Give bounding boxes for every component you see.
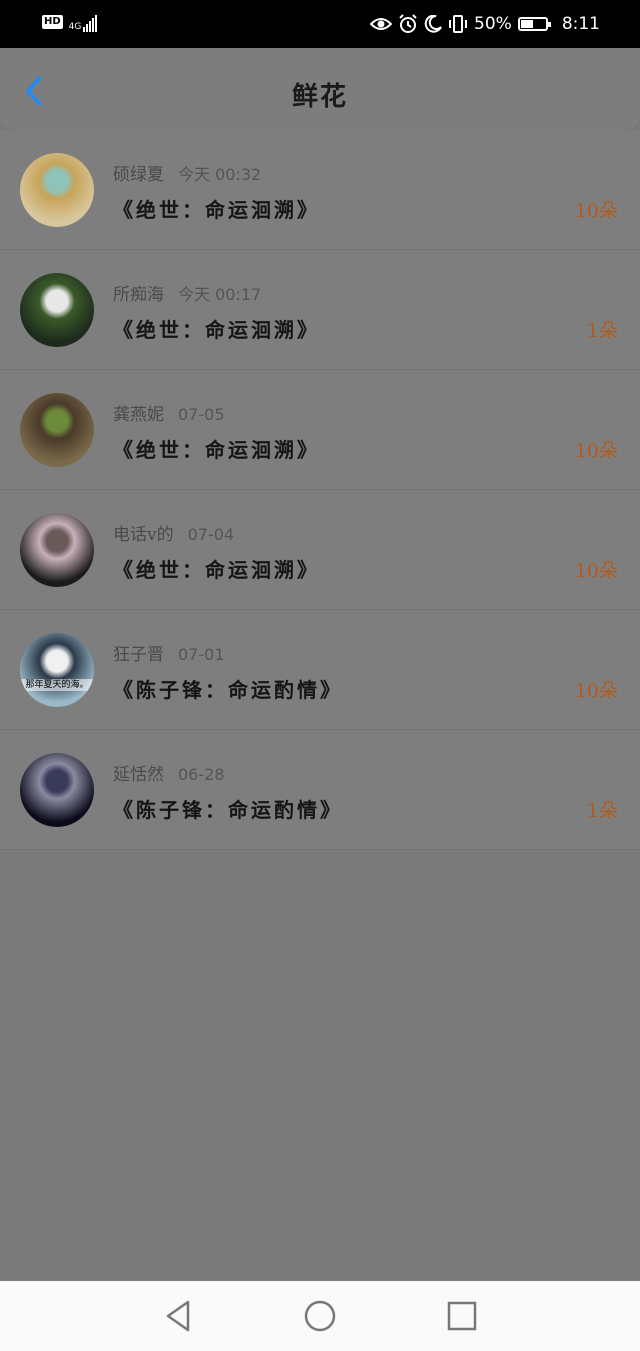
sender-meta: 狂子晋 07-01 [113, 640, 225, 665]
status-bar: HD 4G 50% 8:11 [0, 0, 640, 48]
circle-home-icon[interactable] [302, 1298, 338, 1334]
book-title: 《绝世：命运洄溯》 [113, 198, 320, 222]
status-left: HD 4G [42, 12, 98, 32]
timestamp: 07-01 [178, 645, 225, 664]
alarm-icon [399, 14, 417, 33]
sender-meta: 龚燕妮 07-05 [113, 400, 225, 425]
avatar[interactable]: 那年夏天的海。 [20, 633, 94, 707]
flower-count: 10朵 [574, 680, 618, 702]
clock: 8:11 [561, 14, 600, 34]
list-item[interactable]: 龚燕妮 07-05 《绝世：命运洄溯》 10朵 [0, 370, 640, 490]
book-title: 《绝世：命运洄溯》 [113, 438, 320, 462]
sender-name: 电话v的 [113, 525, 174, 545]
book-title: 《绝世：命运洄溯》 [113, 318, 320, 342]
sender-meta: 硕绿夏 今天 00:32 [113, 160, 261, 185]
sender-name: 狂子晋 [113, 645, 164, 665]
square-recents-icon[interactable] [444, 1298, 480, 1334]
flower-record-list: 硕绿夏 今天 00:32 《绝世：命运洄溯》 10朵 所痴海 今天 00:17 《绝世：命运… [0, 130, 640, 850]
avatar-caption: 那年夏天的海。 [20, 679, 94, 691]
avatar[interactable] [20, 393, 94, 467]
sender-meta: 电话v的 07-04 [113, 520, 234, 545]
list-item[interactable]: 硕绿夏 今天 00:32 《绝世：命运洄溯》 10朵 [0, 130, 640, 250]
list-item[interactable]: 所痴海 今天 00:17 《绝世：命运洄溯》 1朵 [0, 250, 640, 370]
hd-badge: HD [42, 15, 63, 29]
signal-icon: 4G [69, 12, 98, 32]
timestamp: 07-05 [178, 405, 225, 424]
vibrate-icon [449, 15, 468, 33]
sender-name: 龚燕妮 [113, 405, 164, 425]
sender-name: 硕绿夏 [113, 165, 164, 185]
navigation-bar [0, 1281, 640, 1351]
sender-meta: 所痴海 今天 00:17 [113, 280, 261, 305]
book-title: 《陈子锋：命运酌情》 [113, 798, 343, 822]
flower-count: 10朵 [574, 440, 618, 462]
flower-count: 10朵 [574, 560, 618, 582]
moon-icon [424, 15, 442, 33]
page-title: 鲜花 [291, 82, 348, 112]
avatar[interactable] [20, 753, 94, 827]
book-title: 《陈子锋：命运酌情》 [113, 678, 343, 702]
battery-percent: 50% [474, 14, 512, 34]
eye-icon [370, 18, 393, 30]
timestamp: 今天 00:32 [178, 165, 262, 184]
battery-icon [517, 17, 551, 31]
flower-count: 10朵 [574, 200, 618, 222]
timestamp: 今天 00:17 [178, 285, 262, 304]
triangle-back-icon[interactable] [160, 1298, 196, 1334]
flower-count: 1朵 [586, 320, 618, 342]
avatar[interactable] [20, 273, 94, 347]
list-item[interactable]: 电话v的 07-04 《绝世：命运洄溯》 10朵 [0, 490, 640, 610]
book-title: 《绝世：命运洄溯》 [113, 558, 320, 582]
flower-count: 1朵 [586, 800, 618, 822]
sender-meta: 延恬然 06-28 [113, 760, 225, 785]
list-item[interactable]: 延恬然 06-28 《陈子锋：命运酌情》 1朵 [0, 730, 640, 850]
status-right: 50% 8:11 [370, 12, 600, 36]
sender-name: 所痴海 [113, 285, 164, 305]
list-item[interactable]: 那年夏天的海。 狂子晋 07-01 《陈子锋：命运酌情》 10朵 [0, 610, 640, 730]
timestamp: 07-04 [187, 525, 235, 544]
timestamp: 06-28 [178, 765, 225, 784]
avatar[interactable] [20, 513, 94, 587]
header: 鲜花 [0, 48, 640, 131]
sender-name: 延恬然 [113, 765, 164, 785]
network-label: 4G [68, 22, 82, 32]
avatar[interactable] [20, 153, 94, 227]
